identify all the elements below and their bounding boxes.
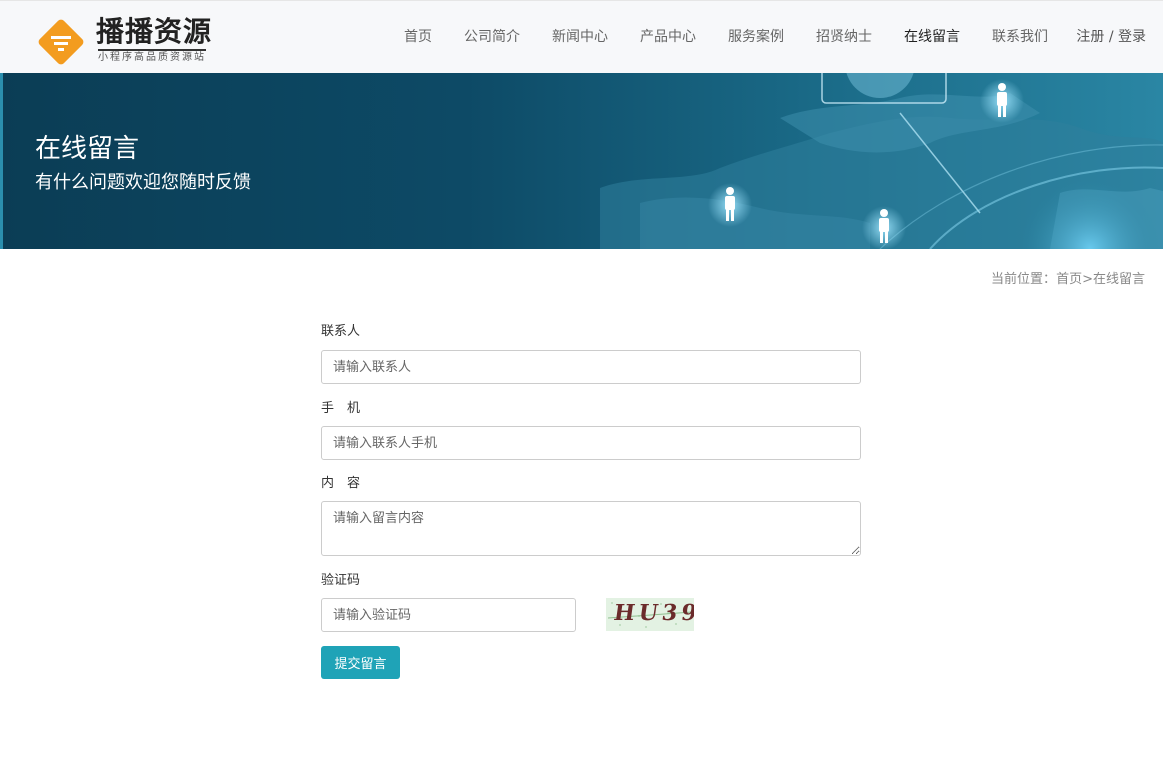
breadcrumb-separator: > bbox=[1082, 272, 1093, 287]
logo-title: 播播资源 bbox=[96, 15, 213, 48]
logo-subtitle: 小程序高品质资源站 bbox=[98, 49, 206, 64]
main-nav: 首页 公司简介 新闻中心 产品中心 服务案例 招贤纳士 在线留言 联系我们 bbox=[388, 1, 1064, 74]
captcha-input[interactable] bbox=[321, 598, 576, 632]
nav-item-contact[interactable]: 联系我们 bbox=[976, 1, 1064, 74]
site-header: 播播资源 小程序高品质资源站 首页 公司简介 新闻中心 产品中心 服务案例 招贤… bbox=[0, 0, 1163, 73]
contact-input[interactable] bbox=[321, 350, 861, 384]
captcha-row: HU39 bbox=[321, 598, 861, 632]
breadcrumb-home[interactable]: 首页 bbox=[1056, 272, 1082, 287]
banner-subtitle: 有什么问题欢迎您随时反馈 bbox=[35, 172, 251, 193]
nav-item-jobs[interactable]: 招贤纳士 bbox=[800, 1, 888, 74]
page-banner: 在线留言 有什么问题欢迎您随时反馈 bbox=[0, 73, 1163, 249]
phone-input[interactable] bbox=[321, 426, 861, 460]
breadcrumb: 当前位置：首页>在线留言 bbox=[991, 268, 1145, 287]
site-logo[interactable]: 播播资源 小程序高品质资源站 bbox=[36, 15, 226, 67]
submit-button[interactable]: 提交留言 bbox=[321, 646, 400, 679]
register-link[interactable]: 注册 bbox=[1076, 29, 1104, 45]
contact-label: 联系人 bbox=[321, 324, 361, 339]
content-label: 内 容 bbox=[321, 476, 361, 491]
content-textarea[interactable] bbox=[321, 501, 861, 556]
banner-title: 在线留言 bbox=[35, 134, 140, 164]
auth-separator: / bbox=[1104, 29, 1118, 45]
nav-item-home[interactable]: 首页 bbox=[388, 1, 448, 74]
login-link[interactable]: 登录 bbox=[1118, 29, 1146, 45]
captcha-image[interactable]: HU39 bbox=[606, 598, 694, 631]
logo-diamond-icon bbox=[38, 19, 84, 65]
nav-item-message[interactable]: 在线留言 bbox=[888, 1, 976, 74]
nav-item-news[interactable]: 新闻中心 bbox=[536, 1, 624, 74]
auth-links: 注册 / 登录 bbox=[1076, 1, 1146, 74]
captcha-text: HU39 bbox=[612, 600, 694, 626]
nav-item-cases[interactable]: 服务案例 bbox=[712, 1, 800, 74]
banner-edge bbox=[0, 73, 3, 249]
world-map-illustration bbox=[600, 73, 1163, 249]
phone-label: 手 机 bbox=[321, 401, 361, 416]
nav-item-about[interactable]: 公司简介 bbox=[448, 1, 536, 74]
nav-item-products[interactable]: 产品中心 bbox=[624, 1, 712, 74]
breadcrumb-prefix: 当前位置： bbox=[991, 272, 1057, 287]
captcha-label: 验证码 bbox=[321, 573, 361, 588]
breadcrumb-current[interactable]: 在线留言 bbox=[1093, 272, 1145, 287]
